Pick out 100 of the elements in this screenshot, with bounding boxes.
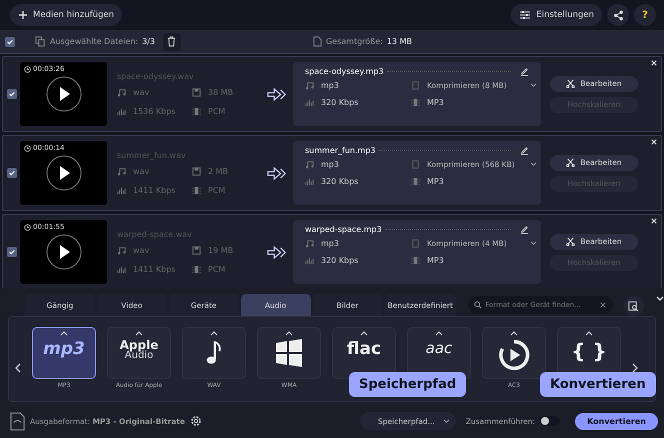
bars-icon bbox=[305, 256, 314, 265]
file-checkbox[interactable] bbox=[7, 89, 17, 99]
format-tile[interactable]: Apple Audio bbox=[107, 327, 171, 379]
play-icon[interactable] bbox=[46, 76, 82, 112]
total-size-label: Gesamtgröße: bbox=[326, 37, 383, 46]
caret-up-icon bbox=[435, 331, 443, 336]
selected-files-label: Ausgewählte Dateien: bbox=[50, 37, 138, 46]
bars-icon bbox=[305, 177, 314, 186]
close-icon[interactable] bbox=[651, 60, 657, 66]
music-note-icon bbox=[117, 246, 126, 255]
file-checkbox[interactable] bbox=[7, 168, 17, 178]
source-size: 2 MB bbox=[208, 167, 228, 176]
flac-logo: flac bbox=[346, 339, 382, 359]
output-format: mp3 bbox=[321, 81, 339, 90]
bars-icon bbox=[117, 265, 126, 274]
windows-logo-icon bbox=[274, 339, 304, 367]
format-tile[interactable] bbox=[482, 327, 546, 379]
play-icon[interactable] bbox=[46, 155, 82, 191]
output-format: mp3 bbox=[321, 239, 339, 248]
chevron-left-icon[interactable] bbox=[15, 363, 21, 373]
format-tile[interactable]: mp3 bbox=[32, 327, 96, 379]
output-bitrate: 320 Kbps bbox=[321, 177, 358, 186]
settings-button[interactable]: Einstellungen bbox=[511, 4, 602, 26]
tooltip: Konvertieren bbox=[540, 372, 656, 397]
audio-file-icon bbox=[10, 412, 25, 430]
selected-files-count: 3/3 bbox=[142, 37, 155, 46]
music-note-icon bbox=[305, 160, 314, 169]
convert-arrow-icon bbox=[267, 246, 287, 258]
source-format: wav bbox=[133, 167, 150, 176]
source-codec: PCM bbox=[208, 265, 226, 274]
output-codec: MP3 bbox=[427, 98, 444, 107]
close-icon[interactable] bbox=[651, 218, 657, 224]
floppy-icon bbox=[192, 88, 201, 97]
chevron-down-icon bbox=[530, 241, 537, 246]
bars-icon bbox=[305, 98, 314, 107]
clock-icon bbox=[24, 66, 31, 72]
caret-up-icon bbox=[510, 331, 518, 336]
convert-arrow-icon bbox=[267, 88, 287, 100]
caret-up-icon bbox=[360, 331, 368, 336]
apple-audio-logo: Apple Audio bbox=[120, 339, 158, 361]
source-codec: PCM bbox=[208, 107, 226, 116]
pencil-icon[interactable] bbox=[520, 67, 529, 76]
source-bitrate: 1411 Kbps bbox=[133, 265, 176, 274]
convert-button[interactable]: Konvertieren bbox=[575, 412, 658, 430]
source-codec: PCM bbox=[208, 186, 226, 195]
format-tile[interactable] bbox=[182, 327, 246, 379]
music-note-icon bbox=[205, 339, 223, 367]
music-note-icon bbox=[305, 239, 314, 248]
chevron-down-icon[interactable] bbox=[656, 296, 664, 302]
add-media-button[interactable]: Medien hinzufügen bbox=[10, 4, 122, 26]
mp3-logo: mp3 bbox=[43, 339, 85, 359]
source-bitrate: 1411 Kbps bbox=[133, 186, 176, 195]
source-file-name: warped-space.wav bbox=[117, 230, 193, 239]
source-size: 38 MB bbox=[208, 88, 234, 97]
caret-up-icon bbox=[60, 331, 68, 336]
floppy-icon bbox=[192, 246, 201, 255]
caret-up-icon bbox=[285, 331, 293, 336]
scissors-icon bbox=[566, 158, 576, 167]
sliders-icon bbox=[519, 10, 532, 20]
output-codec: MP3 bbox=[427, 256, 444, 265]
search-icon bbox=[474, 301, 482, 309]
close-icon[interactable] bbox=[651, 139, 657, 145]
share-button[interactable] bbox=[607, 4, 629, 26]
tooltip: Speicherpfad bbox=[349, 372, 466, 397]
clock-icon bbox=[24, 144, 31, 152]
clear-icon[interactable] bbox=[600, 302, 606, 308]
source-file-name: summer_fun.wav bbox=[117, 151, 187, 160]
source-format: wav bbox=[133, 88, 150, 97]
source-size: 19 MB bbox=[208, 246, 234, 255]
device-search-icon bbox=[628, 300, 640, 312]
device-search-button[interactable] bbox=[624, 296, 644, 316]
pencil-icon[interactable] bbox=[520, 225, 529, 234]
file-checkbox[interactable] bbox=[7, 247, 17, 257]
share-icon bbox=[612, 10, 624, 20]
chevron-down-icon bbox=[530, 83, 537, 88]
trash-icon bbox=[167, 36, 176, 47]
chevron-down-icon bbox=[442, 418, 450, 424]
source-format: wav bbox=[133, 246, 150, 255]
merge-toggle[interactable] bbox=[540, 416, 560, 426]
play-icon[interactable] bbox=[46, 234, 82, 270]
output-file-name: space-odyssey.mp3 bbox=[305, 67, 384, 76]
aac-logo: aac bbox=[426, 339, 452, 357]
chevron-right-icon[interactable] bbox=[632, 363, 638, 373]
pencil-icon[interactable] bbox=[520, 146, 529, 155]
format-tile[interactable] bbox=[257, 327, 321, 379]
braces-logo: { } bbox=[571, 339, 607, 363]
caret-up-icon bbox=[585, 331, 593, 336]
output-file-name: warped-space.mp3 bbox=[305, 225, 382, 234]
output-file-name: summer_fun.mp3 bbox=[305, 146, 376, 155]
floppy-icon bbox=[192, 167, 201, 176]
format-tile[interactable]: flac bbox=[332, 327, 396, 379]
music-note-icon bbox=[117, 88, 126, 97]
output-bitrate: 320 Kbps bbox=[321, 256, 358, 265]
music-note-icon bbox=[305, 81, 314, 90]
gear-icon[interactable] bbox=[190, 415, 202, 427]
caret-up-icon bbox=[210, 331, 218, 336]
select-all-checkbox[interactable] bbox=[5, 36, 15, 46]
delete-button[interactable] bbox=[162, 32, 181, 50]
play-circle-icon bbox=[498, 339, 530, 371]
help-button[interactable]: ? bbox=[634, 4, 656, 26]
